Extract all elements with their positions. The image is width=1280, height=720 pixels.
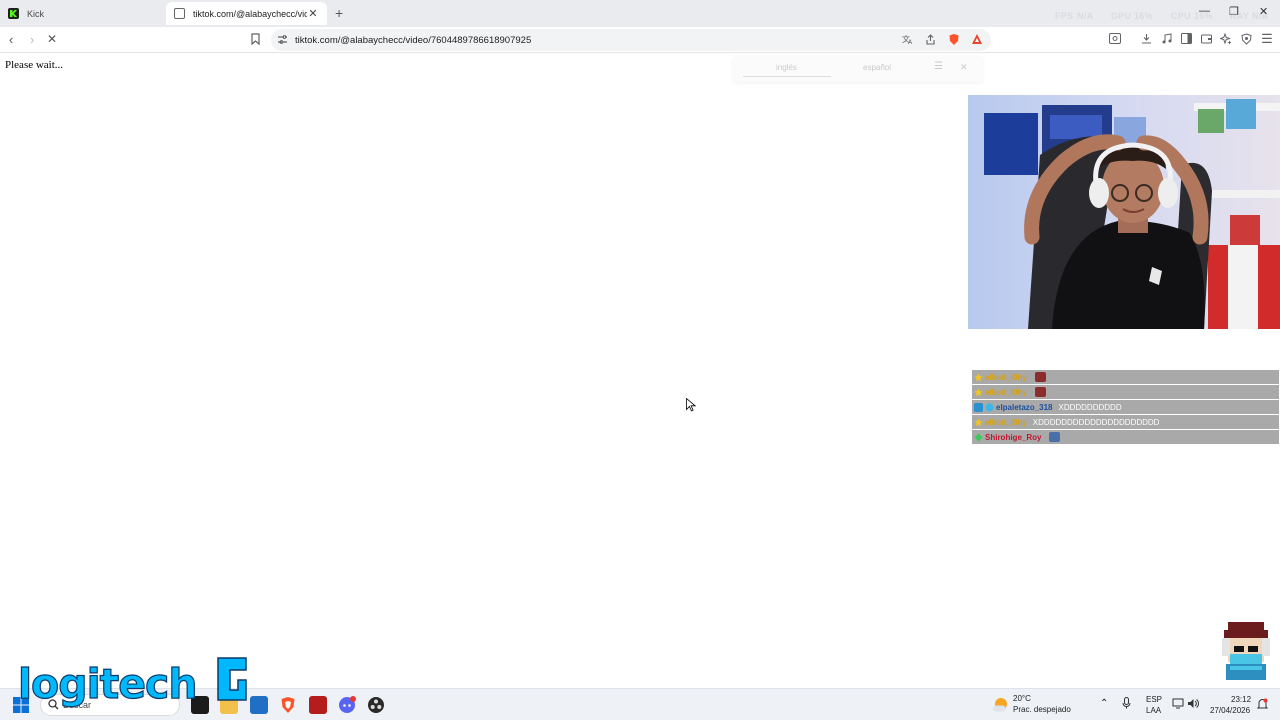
bookmark-icon[interactable] bbox=[249, 33, 261, 46]
star-badge-icon bbox=[974, 418, 983, 427]
tab-search-icon[interactable] bbox=[1109, 33, 1121, 45]
chat-text: XDDDDDDDDDDDDDDDDDDDDD bbox=[1032, 417, 1160, 427]
leo-ai-icon[interactable] bbox=[1219, 32, 1232, 45]
emote-icon bbox=[1034, 387, 1046, 397]
brave-shields-icon[interactable] bbox=[948, 33, 960, 49]
weather-icon[interactable] bbox=[991, 696, 1009, 719]
chat-username[interactable]: elliott_l0hy bbox=[985, 388, 1027, 397]
restore-icon[interactable]: ❐ bbox=[1229, 5, 1239, 18]
chat-overlay: elliott_l0hy elliott_l0hy elpaletazo_318… bbox=[972, 370, 1279, 445]
screen: Kick tiktok.com/@alabaychecc/video/76044… bbox=[0, 0, 1280, 720]
tray-overflow-icon[interactable]: ⌃ bbox=[1100, 699, 1108, 709]
subscriber-badge-icon bbox=[985, 403, 994, 412]
chat-username[interactable]: elliott_l0hy bbox=[985, 418, 1027, 427]
loading-message: Please wait... bbox=[5, 59, 64, 71]
translate-menu-icon[interactable]: ☰ bbox=[934, 61, 943, 72]
brave-browser-icon[interactable] bbox=[279, 696, 297, 714]
tab-strip: Kick tiktok.com/@alabaychecc/video/76044… bbox=[0, 0, 1280, 27]
logitech-g-logo: logitech bbox=[17, 650, 253, 710]
notifications-icon[interactable] bbox=[1256, 698, 1269, 713]
translate-icon[interactable]: 文A bbox=[902, 34, 914, 48]
svg-text:logitech: logitech bbox=[18, 660, 197, 708]
obs-studio-icon[interactable] bbox=[367, 696, 385, 714]
brave-rewards-icon[interactable] bbox=[971, 33, 983, 48]
globe-icon bbox=[174, 8, 185, 19]
webcam-overlay bbox=[968, 95, 1280, 329]
media-icon[interactable] bbox=[1160, 33, 1172, 45]
star-badge-icon bbox=[974, 388, 983, 397]
gem-badge-icon bbox=[974, 433, 983, 442]
microphone-icon[interactable] bbox=[1122, 697, 1131, 712]
wallet-icon[interactable] bbox=[1200, 33, 1212, 45]
download-icon[interactable] bbox=[1140, 33, 1152, 45]
input-language-layout[interactable]: LAA bbox=[1146, 706, 1161, 716]
share-icon[interactable] bbox=[925, 34, 936, 48]
emote-icon bbox=[1049, 432, 1061, 442]
pixel-avatar-sticker bbox=[1220, 620, 1272, 682]
emote-icon bbox=[1034, 372, 1046, 382]
sidebar-icon[interactable] bbox=[1180, 33, 1192, 45]
weather-temperature: 20°C bbox=[1013, 694, 1031, 703]
clock-time[interactable]: 23:12 bbox=[1231, 695, 1251, 705]
webcam-image bbox=[968, 95, 1280, 329]
weather-description: Prac. despejado bbox=[1013, 705, 1071, 714]
forward-icon[interactable]: › bbox=[30, 32, 34, 47]
fps-label: FPS bbox=[1055, 11, 1074, 21]
translate-close-icon[interactable]: ✕ bbox=[960, 62, 968, 73]
url-text: tiktok.com/@alabaychecc/video/7604489786… bbox=[295, 34, 532, 46]
star-badge-icon bbox=[974, 373, 983, 382]
site-settings-icon[interactable] bbox=[277, 34, 288, 48]
chat-username[interactable]: Shirohige_Roy bbox=[985, 433, 1041, 442]
input-language-code[interactable]: ESP bbox=[1146, 695, 1162, 705]
translate-source-lang[interactable]: inglés bbox=[776, 63, 797, 72]
minimize-icon[interactable]: — bbox=[1199, 5, 1210, 17]
close-tab-icon[interactable]: ✕ bbox=[307, 7, 319, 20]
chat-username[interactable]: elpaletazo_318 bbox=[996, 403, 1052, 412]
browser-toolbar: ‹ › ✕ tiktok.com/@alabaychecc/video/7604… bbox=[0, 27, 1280, 53]
chat-text: XDDDDDDDDDD bbox=[1058, 402, 1122, 412]
network-icon[interactable] bbox=[1172, 698, 1184, 712]
clock-date[interactable]: 27/04/2026 bbox=[1210, 706, 1250, 716]
discord-icon[interactable] bbox=[338, 696, 356, 714]
moderator-badge-icon bbox=[974, 402, 983, 412]
new-tab-button[interactable]: + bbox=[335, 5, 343, 21]
tab-title: tiktok.com/@alabaychecc/video/7604489786… bbox=[193, 8, 307, 19]
mouse-cursor-icon bbox=[686, 397, 697, 412]
chat-message: elliott_l0hy bbox=[972, 385, 1279, 399]
chat-message: elpaletazo_318 XDDDDDDDDDD bbox=[972, 400, 1279, 414]
address-bar[interactable]: tiktok.com/@alabaychecc/video/7604489786… bbox=[271, 29, 991, 51]
back-icon[interactable]: ‹ bbox=[9, 32, 13, 47]
chat-message: Shirohige_Roy bbox=[972, 430, 1279, 444]
chat-message: elliott_l0hy XDDDDDDDDDDDDDDDDDDDDD bbox=[972, 415, 1279, 429]
vpn-shield-icon[interactable] bbox=[1240, 33, 1252, 45]
svg-text:A: A bbox=[908, 39, 913, 45]
chat-message: elliott_l0hy bbox=[972, 370, 1279, 384]
main-menu-icon[interactable]: ☰ bbox=[1261, 32, 1273, 45]
fps-value: N/A bbox=[1077, 11, 1094, 21]
volume-icon[interactable] bbox=[1187, 698, 1199, 712]
translate-target-lang[interactable]: español bbox=[863, 63, 891, 72]
tab-tiktok[interactable]: tiktok.com/@alabaychecc/video/7604489786… bbox=[166, 2, 327, 25]
translate-popup: inglés español ☰ ✕ bbox=[733, 56, 983, 82]
cpu-label: CPU bbox=[1171, 11, 1191, 21]
gpu-label: GPU bbox=[1111, 11, 1132, 21]
gpu-value: 16% bbox=[1134, 11, 1153, 21]
tab-title: Kick bbox=[27, 8, 45, 19]
chat-username[interactable]: elliott_l0hy bbox=[985, 373, 1027, 382]
close-window-icon[interactable]: ✕ bbox=[1259, 5, 1268, 18]
tab-kick[interactable]: Kick bbox=[0, 2, 165, 25]
stop-loading-icon[interactable]: ✕ bbox=[47, 32, 57, 46]
active-lang-underline bbox=[743, 76, 831, 77]
kick-icon bbox=[8, 8, 19, 19]
video-editor-icon[interactable] bbox=[309, 696, 327, 714]
